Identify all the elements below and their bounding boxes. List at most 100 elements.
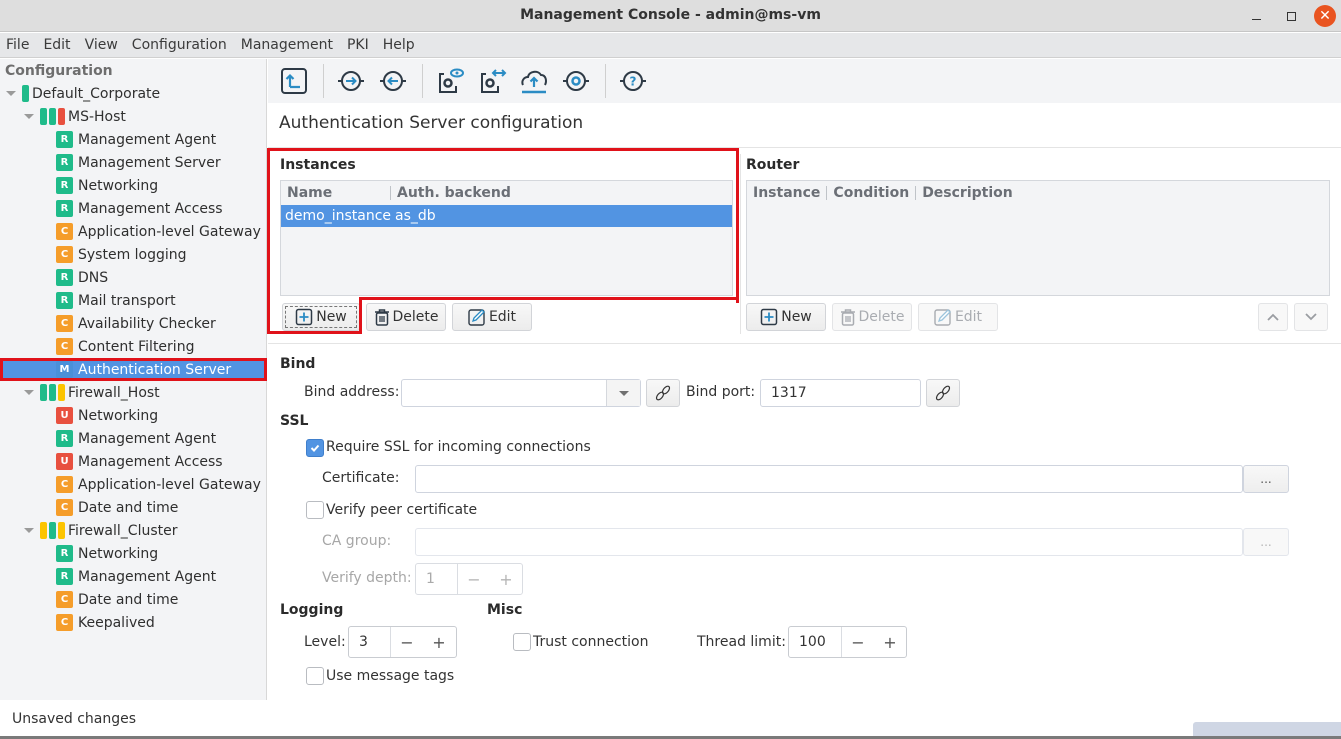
bind-address-link-button[interactable] [646, 379, 680, 407]
main-panel: ? Authentication Server configuration In… [267, 59, 1341, 700]
level-value[interactable]: 3 [349, 627, 391, 657]
require-ssl-checkbox[interactable] [306, 439, 324, 457]
bind-port-input[interactable]: 1317 [760, 379, 921, 407]
tree-item[interactable]: C Date and time [0, 496, 267, 519]
expand-arrow-icon[interactable] [6, 91, 16, 96]
menu-help[interactable]: Help [383, 37, 415, 53]
expand-arrow-icon[interactable] [24, 528, 34, 533]
trust-connection-label[interactable]: Trust connection [533, 634, 649, 650]
close-button[interactable]: ✕ [1314, 5, 1336, 27]
expand-arrow-icon[interactable] [24, 390, 34, 395]
tree-item[interactable]: C Date and time [0, 588, 267, 611]
level-spinner[interactable]: 3 − + [348, 626, 457, 658]
cloud-upload-button[interactable] [517, 64, 551, 98]
tree-item[interactable]: U Management Access [0, 450, 267, 473]
certificate-input[interactable] [415, 465, 1243, 493]
minimize-button[interactable] [1245, 5, 1267, 27]
tree-item[interactable]: R Management Agent [0, 427, 267, 450]
instance-row[interactable]: demo_instance as_db [281, 205, 732, 227]
instances-list[interactable]: Name Auth. backend demo_instance as_db [280, 180, 733, 296]
maximize-button[interactable] [1280, 5, 1302, 27]
menu-view[interactable]: View [85, 37, 118, 53]
bind-address-combo[interactable] [401, 379, 641, 407]
menu-pki[interactable]: PKI [347, 37, 369, 53]
tree-item[interactable]: C Application-level Gateway [0, 473, 267, 496]
ca-group-input[interactable] [415, 528, 1243, 556]
instance-edit-button[interactable]: Edit [452, 303, 532, 331]
column-header-auth-backend[interactable]: Auth. backend [391, 186, 517, 200]
router-list[interactable]: Instance Condition Description [746, 180, 1330, 296]
tree-item[interactable]: MS-Host [0, 105, 267, 128]
instance-new-button[interactable]: New [282, 303, 360, 331]
bind-port-link-button[interactable] [926, 379, 960, 407]
thread-limit-increment[interactable]: + [874, 627, 906, 657]
use-message-tags-checkbox[interactable] [306, 667, 324, 685]
tree-item[interactable]: R Networking [0, 174, 267, 197]
view-config-button[interactable] [433, 64, 467, 98]
menu-management[interactable]: Management [241, 37, 333, 53]
horizontal-scrollbar[interactable] [1193, 722, 1341, 736]
tree-item[interactable]: R DNS [0, 266, 267, 289]
tree-item[interactable]: R Networking [0, 542, 267, 565]
tree-item[interactable]: R Management Agent [0, 565, 267, 588]
checkmark-icon [310, 444, 320, 452]
connect-in-button[interactable] [334, 64, 368, 98]
help-button[interactable]: ? [616, 64, 650, 98]
menu-configuration[interactable]: Configuration [132, 37, 227, 53]
connect-out-icon [380, 71, 406, 91]
panel-divider [740, 154, 741, 334]
tree-item[interactable]: Firewall_Host [0, 381, 267, 404]
expand-arrow-icon[interactable] [24, 114, 34, 119]
require-ssl-label[interactable]: Require SSL for incoming connections [326, 439, 591, 455]
column-header-instance[interactable]: Instance [747, 186, 828, 200]
tree-item[interactable]: R Management Access [0, 197, 267, 220]
instance-delete-button[interactable]: Delete [366, 303, 446, 331]
misc-label: Misc [487, 602, 523, 618]
thread-limit-value[interactable]: 100 [789, 627, 842, 657]
verify-depth-decrement[interactable]: − [458, 564, 490, 594]
move-up-button[interactable] [1258, 303, 1288, 331]
level-decrement[interactable]: − [391, 627, 423, 657]
router-delete-button[interactable]: Delete [832, 303, 912, 331]
trust-connection-checkbox[interactable] [513, 633, 531, 651]
tree-item[interactable]: C System logging [0, 243, 267, 266]
connect-out-button[interactable] [376, 64, 410, 98]
tree-item[interactable]: Firewall_Cluster [0, 519, 267, 542]
certificate-browse-button[interactable]: ... [1243, 465, 1289, 493]
column-header-description[interactable]: Description [916, 186, 1019, 200]
tree-item[interactable]: C Keepalived [0, 611, 267, 634]
column-header-name[interactable]: Name [281, 186, 391, 200]
move-down-button[interactable] [1294, 303, 1328, 331]
verify-depth-spinner[interactable]: 1 − + [415, 563, 523, 595]
plus-box-icon [295, 308, 313, 326]
tree-item-label: Management Server [78, 154, 221, 171]
tree-item[interactable]: M Authentication Server [0, 358, 267, 381]
menu-edit[interactable]: Edit [43, 37, 70, 53]
verify-depth-value[interactable]: 1 [416, 564, 458, 594]
verify-peer-checkbox[interactable] [306, 501, 324, 519]
tree-item[interactable]: C Content Filtering [0, 335, 267, 358]
menu-file[interactable]: File [6, 37, 29, 53]
tree-item[interactable]: R Management Agent [0, 128, 267, 151]
tree-item[interactable]: R Management Server [0, 151, 267, 174]
tree-item[interactable]: C Availability Checker [0, 312, 267, 335]
settings-node-button[interactable] [559, 64, 593, 98]
level-increment[interactable]: + [423, 627, 455, 657]
compare-config-button[interactable] [475, 64, 509, 98]
ca-group-browse-button[interactable]: ... [1243, 528, 1289, 556]
verify-peer-label[interactable]: Verify peer certificate [326, 502, 477, 518]
tree-item[interactable]: C Application-level Gateway [0, 220, 267, 243]
thread-limit-spinner[interactable]: 100 − + [788, 626, 907, 658]
router-new-button[interactable]: New [746, 303, 826, 331]
router-edit-button[interactable]: Edit [918, 303, 998, 331]
status-badge-u-icon: U [56, 453, 73, 470]
upload-config-button[interactable] [277, 64, 311, 98]
tree-item[interactable]: Default_Corporate [0, 82, 267, 105]
verify-depth-increment[interactable]: + [490, 564, 522, 594]
tree-item[interactable]: U Networking [0, 404, 267, 427]
thread-limit-decrement[interactable]: − [842, 627, 874, 657]
bind-address-dropdown[interactable] [606, 380, 640, 406]
tree-item[interactable]: R Mail transport [0, 289, 267, 312]
column-header-condition[interactable]: Condition [827, 186, 917, 200]
use-message-tags-label[interactable]: Use message tags [326, 668, 454, 684]
